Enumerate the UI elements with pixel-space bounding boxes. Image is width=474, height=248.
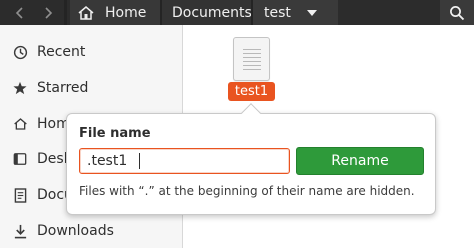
file-line xyxy=(243,53,261,54)
breadcrumb-home-label: Home xyxy=(105,4,147,21)
home-icon xyxy=(12,116,28,132)
text-file-icon[interactable] xyxy=(233,37,270,81)
sidebar-item-label: Starred xyxy=(37,80,89,96)
forward-button[interactable] xyxy=(35,0,60,25)
rename-button[interactable]: Rename xyxy=(296,147,424,175)
rename-popover: File name Rename Files with “.” at the b… xyxy=(66,113,436,215)
sidebar-item-label: Downloads xyxy=(37,223,114,239)
nav-separator xyxy=(64,0,67,25)
desktop-icon xyxy=(12,151,28,167)
file-line xyxy=(243,49,261,50)
file-line xyxy=(243,57,261,58)
sidebar-item-downloads[interactable]: Downloads xyxy=(0,216,183,246)
popover-title: File name xyxy=(79,126,151,141)
text-caret xyxy=(139,153,140,169)
hidden-files-hint: Files with “.” at the beginning of their… xyxy=(79,184,415,198)
breadcrumb-documents-label: Documents xyxy=(172,4,252,21)
file-line xyxy=(243,61,261,62)
file-line xyxy=(243,65,261,66)
search-button[interactable] xyxy=(440,0,474,25)
file-name-input[interactable] xyxy=(79,148,290,174)
document-icon xyxy=(12,187,28,203)
file-name-label[interactable]: test1 xyxy=(228,82,275,101)
breadcrumb-home[interactable]: Home xyxy=(70,0,160,25)
home-icon xyxy=(78,5,94,20)
clock-icon xyxy=(12,44,28,60)
download-icon xyxy=(12,223,28,239)
sidebar-item-label: Recent xyxy=(37,44,86,60)
chevron-right-icon xyxy=(44,6,52,19)
chevron-left-icon xyxy=(15,6,23,19)
search-icon xyxy=(450,5,465,20)
back-button[interactable] xyxy=(7,0,32,25)
sidebar-item-starred[interactable]: Starred xyxy=(0,73,183,103)
file-line xyxy=(243,69,261,70)
sidebar-item-recent[interactable]: Recent xyxy=(0,37,183,67)
star-icon xyxy=(12,80,28,96)
dropdown-arrow-icon[interactable] xyxy=(306,9,317,16)
breadcrumb-test-label: test xyxy=(264,4,291,21)
breadcrumb-documents[interactable]: Documents xyxy=(162,0,252,25)
breadcrumb-test[interactable]: test xyxy=(253,0,338,25)
header-bar: Home Documents test xyxy=(0,0,474,25)
